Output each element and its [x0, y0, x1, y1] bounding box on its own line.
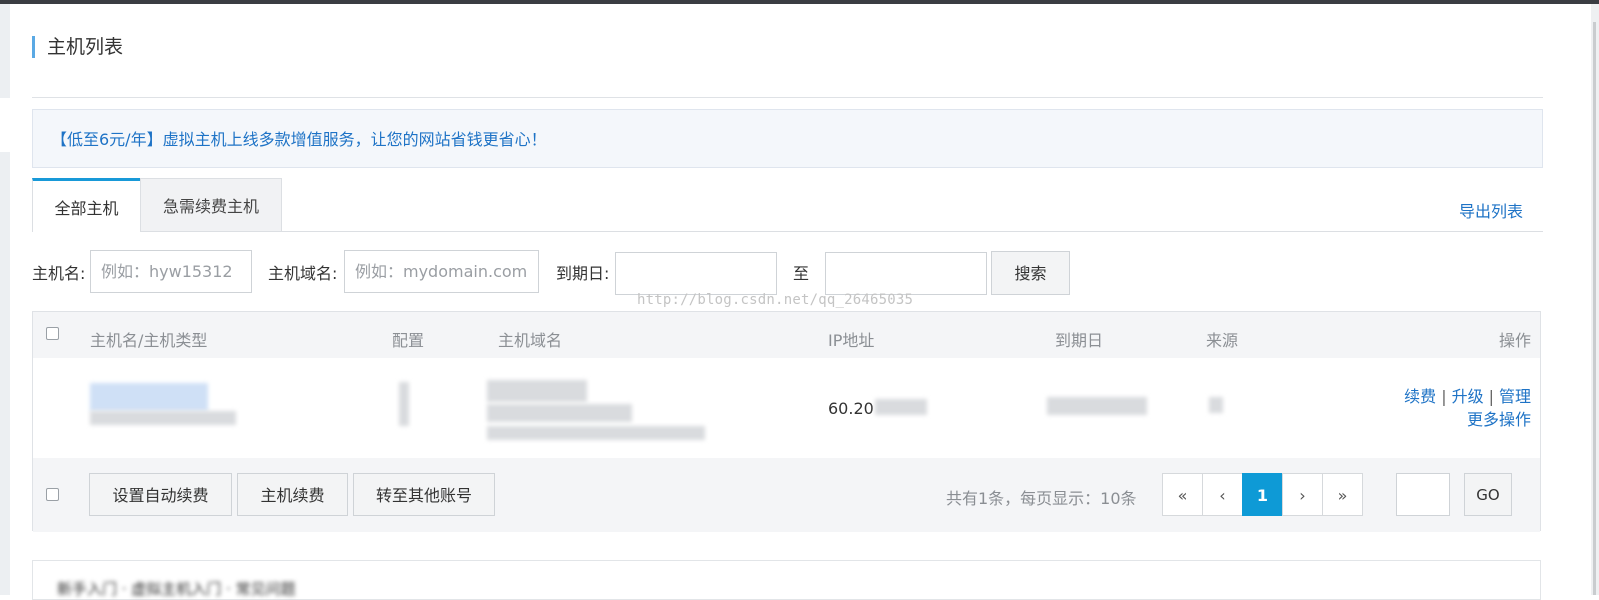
auto-renew-button[interactable]: 设置自动续费	[89, 473, 232, 516]
first-page-button[interactable]: «	[1162, 473, 1203, 516]
bottom-card: 新手入门 · 虚拟主机入门 · 常见问题	[32, 560, 1541, 600]
ip-address: 60.20	[828, 399, 874, 418]
bottom-card-text[interactable]: 新手入门 · 虚拟主机入门 · 常见问题	[57, 578, 296, 599]
current-page-button[interactable]: 1	[1242, 473, 1283, 516]
top-bar	[0, 0, 1599, 4]
redacted-hostname	[90, 383, 208, 411]
manage-link[interactable]: 管理	[1499, 387, 1531, 406]
divider	[32, 97, 1543, 98]
page-title: 主机列表	[32, 36, 123, 58]
table-footer: 设置自动续费 主机续费 转至其他账号 共有1条，每页显示：10条 « ‹ 1 ›…	[33, 458, 1540, 532]
row-actions: 续费 | 升级 | 管理 更多操作	[1404, 385, 1531, 431]
scrollbar[interactable]	[1591, 4, 1599, 595]
col-source: 来源	[1206, 331, 1239, 350]
domain-input[interactable]	[344, 250, 539, 293]
host-table: 主机名/主机类型 配置 主机域名 IP地址 到期日 来源 操作 60.20 续费…	[32, 311, 1541, 532]
select-all-checkbox[interactable]	[46, 327, 59, 340]
col-hostname-type: 主机名/主机类型	[90, 331, 208, 350]
expiry-end-input[interactable]	[825, 252, 987, 295]
tab-all-hosts[interactable]: 全部主机	[32, 178, 140, 232]
expiry-start-input[interactable]	[615, 252, 777, 295]
hostname-input[interactable]	[90, 250, 252, 293]
col-domain: 主机域名	[498, 331, 563, 350]
date-range-to-label: 至	[793, 264, 810, 283]
left-sidebar-edge-lower	[0, 152, 10, 595]
promo-banner[interactable]: 【低至6元/年】虚拟主机上线多款增值服务，让您的网站省钱更省心！	[32, 109, 1543, 168]
separator: |	[1441, 387, 1447, 406]
table-row: 60.20 续费 | 升级 | 管理 更多操作	[33, 358, 1540, 459]
redacted-expiry	[1047, 397, 1147, 415]
expiry-label: 到期日:	[556, 264, 610, 283]
col-config: 配置	[392, 331, 425, 350]
page-jump-input[interactable]	[1396, 473, 1450, 516]
search-button[interactable]: 搜索	[991, 251, 1070, 295]
select-all-footer-checkbox[interactable]	[46, 488, 59, 501]
scrollbar-thumb[interactable]	[1593, 22, 1596, 595]
transfer-account-button[interactable]: 转至其他账号	[353, 473, 495, 516]
col-actions: 操作	[1498, 331, 1531, 350]
left-sidebar-edge	[0, 4, 10, 98]
table-header: 主机名/主机类型 配置 主机域名 IP地址 到期日 来源 操作	[33, 312, 1540, 359]
redacted-config	[399, 382, 409, 426]
redacted-source	[1209, 397, 1223, 413]
redacted-domain	[487, 380, 587, 402]
domain-label: 主机域名:	[268, 264, 338, 283]
promo-banner-text[interactable]: 【低至6元/年】虚拟主机上线多款增值服务，让您的网站省钱更省心！	[51, 110, 547, 169]
col-expiry: 到期日	[1055, 331, 1104, 350]
host-renew-button[interactable]: 主机续费	[237, 473, 348, 516]
separator: |	[1488, 387, 1494, 406]
more-actions-link[interactable]: 更多操作	[1467, 410, 1531, 429]
next-page-button[interactable]: ›	[1282, 473, 1323, 516]
col-ip: IP地址	[828, 331, 875, 350]
tab-urgent-renewal[interactable]: 急需续费主机	[140, 178, 282, 231]
redacted-ip	[875, 399, 927, 415]
pagination-summary: 共有1条，每页显示：10条	[946, 489, 1137, 508]
redacted-domain	[487, 404, 632, 422]
go-button[interactable]: GO	[1464, 473, 1512, 516]
upgrade-link[interactable]: 升级	[1452, 387, 1484, 406]
renew-link[interactable]: 续费	[1404, 387, 1436, 406]
export-list-link[interactable]: 导出列表	[1459, 198, 1523, 222]
watermark: http://blog.csdn.net/qq_26465035	[637, 292, 914, 308]
prev-page-button[interactable]: ‹	[1202, 473, 1243, 516]
last-page-button[interactable]: »	[1322, 473, 1363, 516]
pagination: « ‹ 1 › »	[1162, 473, 1363, 516]
redacted-host-type	[90, 411, 236, 425]
hostname-label: 主机名:	[32, 264, 86, 283]
redacted-domain	[487, 426, 705, 440]
